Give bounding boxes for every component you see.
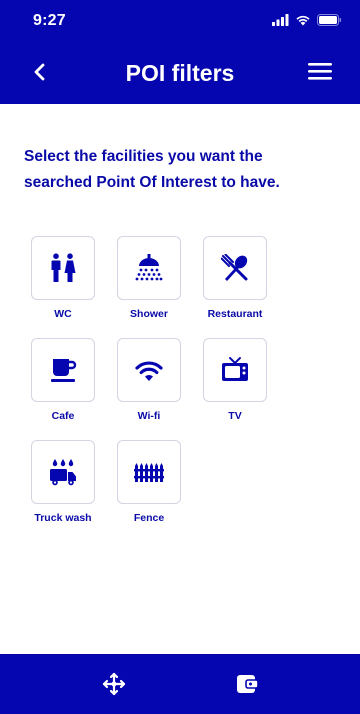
status-time: 9:27 bbox=[33, 12, 66, 29]
wallet-button[interactable] bbox=[233, 670, 261, 698]
cafe-icon bbox=[51, 359, 77, 382]
facility-tile[interactable] bbox=[203, 236, 267, 300]
facility-tile[interactable] bbox=[117, 338, 181, 402]
tv-icon bbox=[222, 357, 248, 381]
facility-wc[interactable]: WC bbox=[31, 236, 95, 320]
facility-label: Wi-fi bbox=[137, 410, 161, 422]
nav-bar: POI filters bbox=[0, 44, 360, 104]
facility-fence[interactable]: Fence bbox=[117, 440, 181, 524]
signal-icon bbox=[272, 14, 289, 26]
facility-tile[interactable] bbox=[117, 236, 181, 300]
facility-cafe[interactable]: Cafe bbox=[31, 338, 95, 422]
facility-tile[interactable] bbox=[31, 236, 95, 300]
wifi-status-icon bbox=[295, 14, 311, 26]
status-bar: 9:27 bbox=[0, 0, 360, 44]
restaurant-icon bbox=[221, 254, 248, 281]
hamburger-menu-icon bbox=[308, 63, 332, 80]
fence-icon bbox=[134, 463, 164, 482]
move-icon bbox=[102, 672, 126, 696]
facility-truck-wash[interactable]: Truck wash bbox=[31, 440, 95, 524]
battery-icon bbox=[317, 14, 342, 26]
wifi-icon bbox=[135, 361, 163, 381]
facility-label: Shower bbox=[130, 308, 168, 320]
menu-button[interactable] bbox=[306, 60, 334, 84]
app-header: 9:27 POI filters bbox=[0, 0, 360, 104]
facility-label: WC bbox=[54, 308, 72, 320]
bottom-nav-bar bbox=[0, 654, 360, 714]
truck-wash-icon bbox=[50, 459, 76, 486]
facility-tile[interactable] bbox=[31, 440, 95, 504]
facility-label: Fence bbox=[133, 512, 165, 524]
facility-tile[interactable] bbox=[31, 338, 95, 402]
facility-label: Cafe bbox=[51, 410, 75, 422]
facility-label: TV bbox=[228, 410, 242, 422]
move-button[interactable] bbox=[100, 670, 128, 698]
facility-tile[interactable] bbox=[203, 338, 267, 402]
wallet-icon bbox=[237, 675, 259, 693]
facility-restaurant[interactable]: Restaurant bbox=[203, 236, 267, 320]
facility-shower[interactable]: Shower bbox=[117, 236, 181, 320]
status-icons bbox=[272, 14, 342, 26]
facility-wifi[interactable]: Wi-fi bbox=[117, 338, 181, 422]
instructions-text: Select the facilities you want the searc… bbox=[24, 148, 280, 191]
facility-label: Truck wash bbox=[34, 512, 92, 524]
shower-icon bbox=[135, 254, 163, 281]
facility-tv[interactable]: TV bbox=[203, 338, 267, 422]
wc-icon bbox=[51, 253, 76, 282]
facility-label: Restaurant bbox=[207, 308, 263, 320]
facility-tile[interactable] bbox=[117, 440, 181, 504]
